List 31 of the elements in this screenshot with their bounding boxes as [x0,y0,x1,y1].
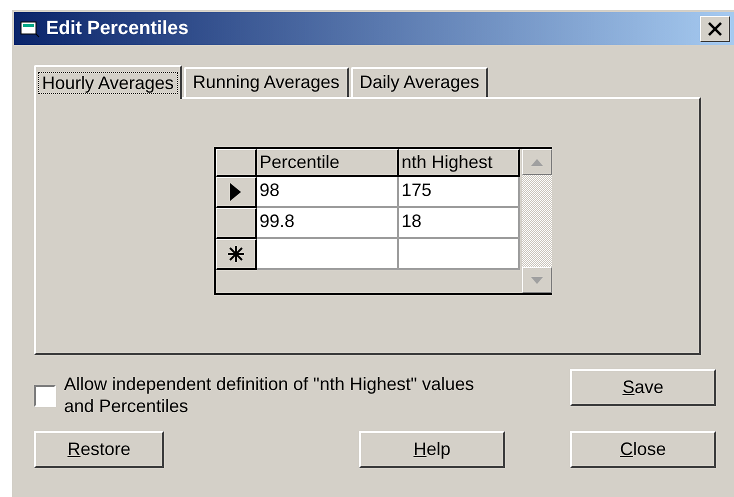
grid-cell[interactable] [398,239,520,270]
tab[interactable]: Daily Averages [350,67,488,97]
help-button[interactable]: Help [359,431,505,468]
column-header[interactable]: nth Highest [398,149,520,177]
row-selector[interactable] [216,177,256,208]
tab[interactable]: Running Averages [184,67,349,97]
scrollbar[interactable] [522,149,552,293]
restore-button[interactable]: Restore [34,431,164,468]
tab[interactable]: Hourly Averages [34,65,182,99]
save-button[interactable]: Save [570,369,716,406]
close-button[interactable]: Close [570,431,716,468]
row-selector[interactable] [216,208,256,239]
grid-cell[interactable]: 99.8 [256,208,398,239]
grid-cell[interactable] [256,239,398,270]
row-pointer-icon [230,183,241,201]
checkbox-label: Allow independent definition of "nth Highest" values and Percentiles [64,373,476,417]
grid-cell[interactable]: 175 [398,177,520,208]
scroll-up-button[interactable] [522,149,552,175]
window-title: Edit Percentiles [46,18,190,40]
scroll-down-button[interactable] [522,267,552,293]
grid-cell[interactable]: 18 [398,208,520,239]
checkbox[interactable] [34,385,56,407]
column-header[interactable]: Percentile [256,149,398,177]
grid-cell[interactable]: 98 [256,177,398,208]
asterisk-icon [226,245,244,263]
close-icon[interactable] [700,16,730,42]
app-icon [20,20,40,38]
grid-corner[interactable] [216,149,256,177]
row-selector[interactable] [216,239,256,270]
down-arrow-icon [530,276,542,284]
up-arrow-icon [530,158,542,166]
